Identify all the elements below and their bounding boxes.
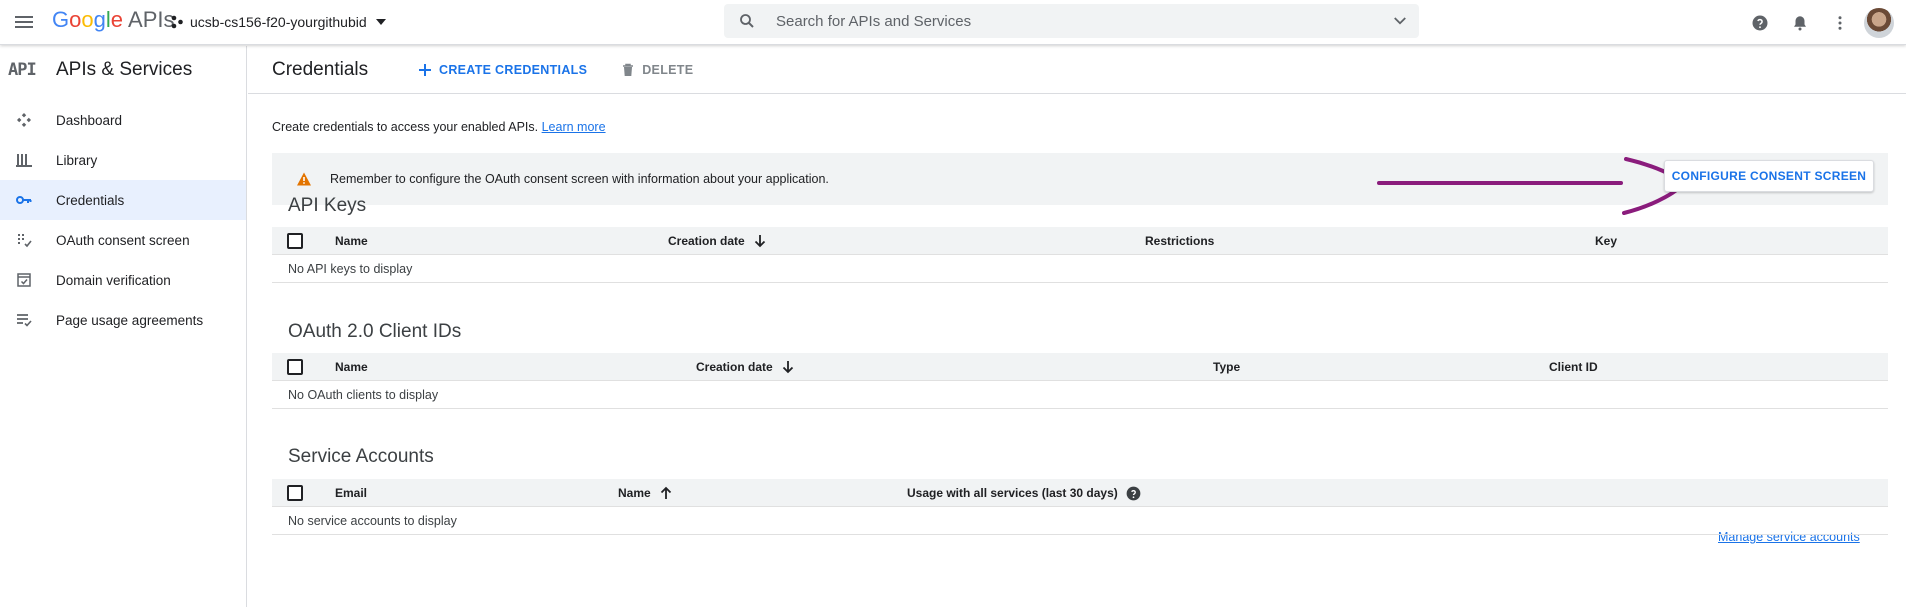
intro-text: Create credentials to access your enable…	[272, 120, 606, 134]
intro-message: Create credentials to access your enable…	[272, 120, 539, 134]
column-header-name[interactable]: Name	[335, 227, 368, 255]
configure-consent-screen-button[interactable]: CONFIGURE CONSENT SCREEN	[1664, 160, 1874, 192]
sidebar-title: APIs & Services	[56, 59, 193, 80]
logo-letter: o	[81, 7, 94, 32]
sidebar-nav: Dashboard Library Credentials OAuth cons…	[0, 100, 246, 340]
select-all-checkbox[interactable]	[287, 233, 303, 249]
logo-letter: g	[93, 7, 106, 32]
column-header-usage: Usage with all services (last 30 days)	[907, 479, 1141, 507]
delete-button[interactable]: DELETE	[621, 63, 693, 77]
column-label: Name	[618, 486, 651, 500]
trash-icon	[621, 63, 635, 77]
help-icon[interactable]	[1740, 7, 1780, 39]
table-header: Name Creation date Restrictions Key	[272, 227, 1888, 255]
sidebar-item-label: Library	[56, 152, 98, 168]
empty-row: No service accounts to display	[272, 507, 1888, 535]
top-right-actions	[1740, 7, 1894, 39]
table-header: Name Creation date Type Client ID	[272, 353, 1888, 381]
search-input[interactable]: Search for APIs and Services	[776, 13, 1391, 30]
sidebar-item-domain-verification[interactable]: Domain verification	[0, 260, 246, 300]
learn-more-link[interactable]: Learn more	[542, 120, 606, 134]
plus-icon	[418, 63, 432, 77]
project-selector[interactable]: ucsb-cs156-f20-yourgithubid	[170, 9, 387, 35]
avatar[interactable]	[1864, 8, 1894, 38]
empty-row: No OAuth clients to display	[272, 381, 1888, 409]
oauth-consent-icon	[12, 228, 36, 252]
key-icon	[12, 188, 36, 212]
google-apis-logo[interactable]: Go o g l e APIs	[52, 7, 174, 37]
sidebar-item-credentials[interactable]: Credentials	[0, 180, 246, 220]
column-header-creation-date[interactable]: Creation date	[696, 353, 795, 381]
column-header-client-id: Client ID	[1549, 360, 1598, 374]
api-keys-table: Name Creation date Restrictions Key No A…	[272, 227, 1888, 283]
page-usage-icon	[12, 308, 36, 332]
sidebar-item-oauth-consent[interactable]: OAuth consent screen	[0, 220, 246, 260]
chevron-down-icon	[375, 16, 387, 28]
sidebar-item-label: OAuth consent screen	[56, 232, 190, 248]
more-vert-icon[interactable]	[1820, 7, 1860, 39]
logo-suffix: APIs	[128, 7, 175, 32]
warning-icon	[296, 171, 312, 187]
column-label: Creation date	[668, 234, 745, 248]
column-header-email[interactable]: Email	[335, 479, 367, 507]
oauth-clients-title: OAuth 2.0 Client IDs	[288, 321, 462, 342]
logo-letter: e	[110, 7, 124, 32]
arrow-down-icon	[781, 360, 795, 374]
empty-row: No API keys to display	[272, 255, 1888, 283]
column-header-key: Key	[1595, 234, 1618, 248]
sidebar: API APIs & Services Dashboard Library Cr…	[0, 46, 247, 607]
search-expand-icon[interactable]	[1391, 12, 1409, 30]
column-header-type: Type	[1213, 360, 1241, 374]
logo-letter: G	[52, 7, 70, 32]
sidebar-item-page-usage[interactable]: Page usage agreements	[0, 300, 246, 340]
sidebar-header: API APIs & Services	[0, 46, 246, 94]
annotation-arrow-line	[1377, 181, 1623, 185]
menu-icon[interactable]	[12, 10, 36, 34]
api-keys-title: API Keys	[288, 195, 367, 216]
create-credentials-label: CREATE CREDENTIALS	[439, 62, 588, 77]
column-header-name[interactable]: Name	[618, 479, 673, 507]
domain-verification-icon	[12, 268, 36, 292]
bell-icon[interactable]	[1780, 7, 1820, 39]
arrow-up-icon	[659, 486, 673, 500]
column-header-name[interactable]: Name	[335, 353, 368, 381]
sidebar-item-dashboard[interactable]: Dashboard	[0, 100, 246, 140]
project-icon	[170, 15, 184, 29]
column-label: Usage with all services (last 30 days)	[907, 486, 1118, 500]
column-label: Creation date	[696, 360, 773, 374]
select-all-checkbox[interactable]	[287, 485, 303, 501]
service-accounts-table: Email Name Usage with all services (last…	[272, 479, 1888, 535]
column-header-restrictions: Restrictions	[1145, 234, 1215, 248]
library-icon	[12, 148, 36, 172]
page-header: Credentials CREATE CREDENTIALS DELETE	[248, 46, 1906, 94]
help-icon[interactable]	[1126, 486, 1141, 501]
sidebar-item-label: Page usage agreements	[56, 312, 204, 328]
project-name: ucsb-cs156-f20-yourgithubid	[190, 14, 367, 30]
table-header: Email Name Usage with all services (last…	[272, 479, 1888, 507]
column-header-creation-date[interactable]: Creation date	[668, 227, 767, 255]
main-content: Credentials CREATE CREDENTIALS DELETE Cr…	[248, 46, 1906, 607]
top-bar: Go o g l e APIs ucsb-cs156-f20-yourgithubid S…	[0, 0, 1906, 45]
api-logo-icon: API	[8, 60, 37, 80]
sidebar-item-label: Dashboard	[56, 112, 123, 128]
oauth-clients-table: Name Creation date Type Client ID No OAu…	[272, 353, 1888, 409]
logo-letter: o	[69, 7, 82, 32]
search-bar[interactable]: Search for APIs and Services	[724, 4, 1419, 38]
search-icon	[738, 12, 756, 30]
sidebar-item-label: Credentials	[56, 192, 125, 208]
page-title: Credentials	[272, 58, 369, 80]
create-credentials-button[interactable]: CREATE CREDENTIALS	[418, 63, 587, 77]
sidebar-item-library[interactable]: Library	[0, 140, 246, 180]
dashboard-icon	[12, 108, 36, 132]
banner-message: Remember to configure the OAuth consent …	[330, 172, 829, 186]
sidebar-item-label: Domain verification	[56, 272, 171, 288]
select-all-checkbox[interactable]	[287, 359, 303, 375]
delete-label: DELETE	[642, 62, 694, 77]
arrow-down-icon	[753, 234, 767, 248]
service-accounts-title: Service Accounts	[288, 446, 434, 467]
